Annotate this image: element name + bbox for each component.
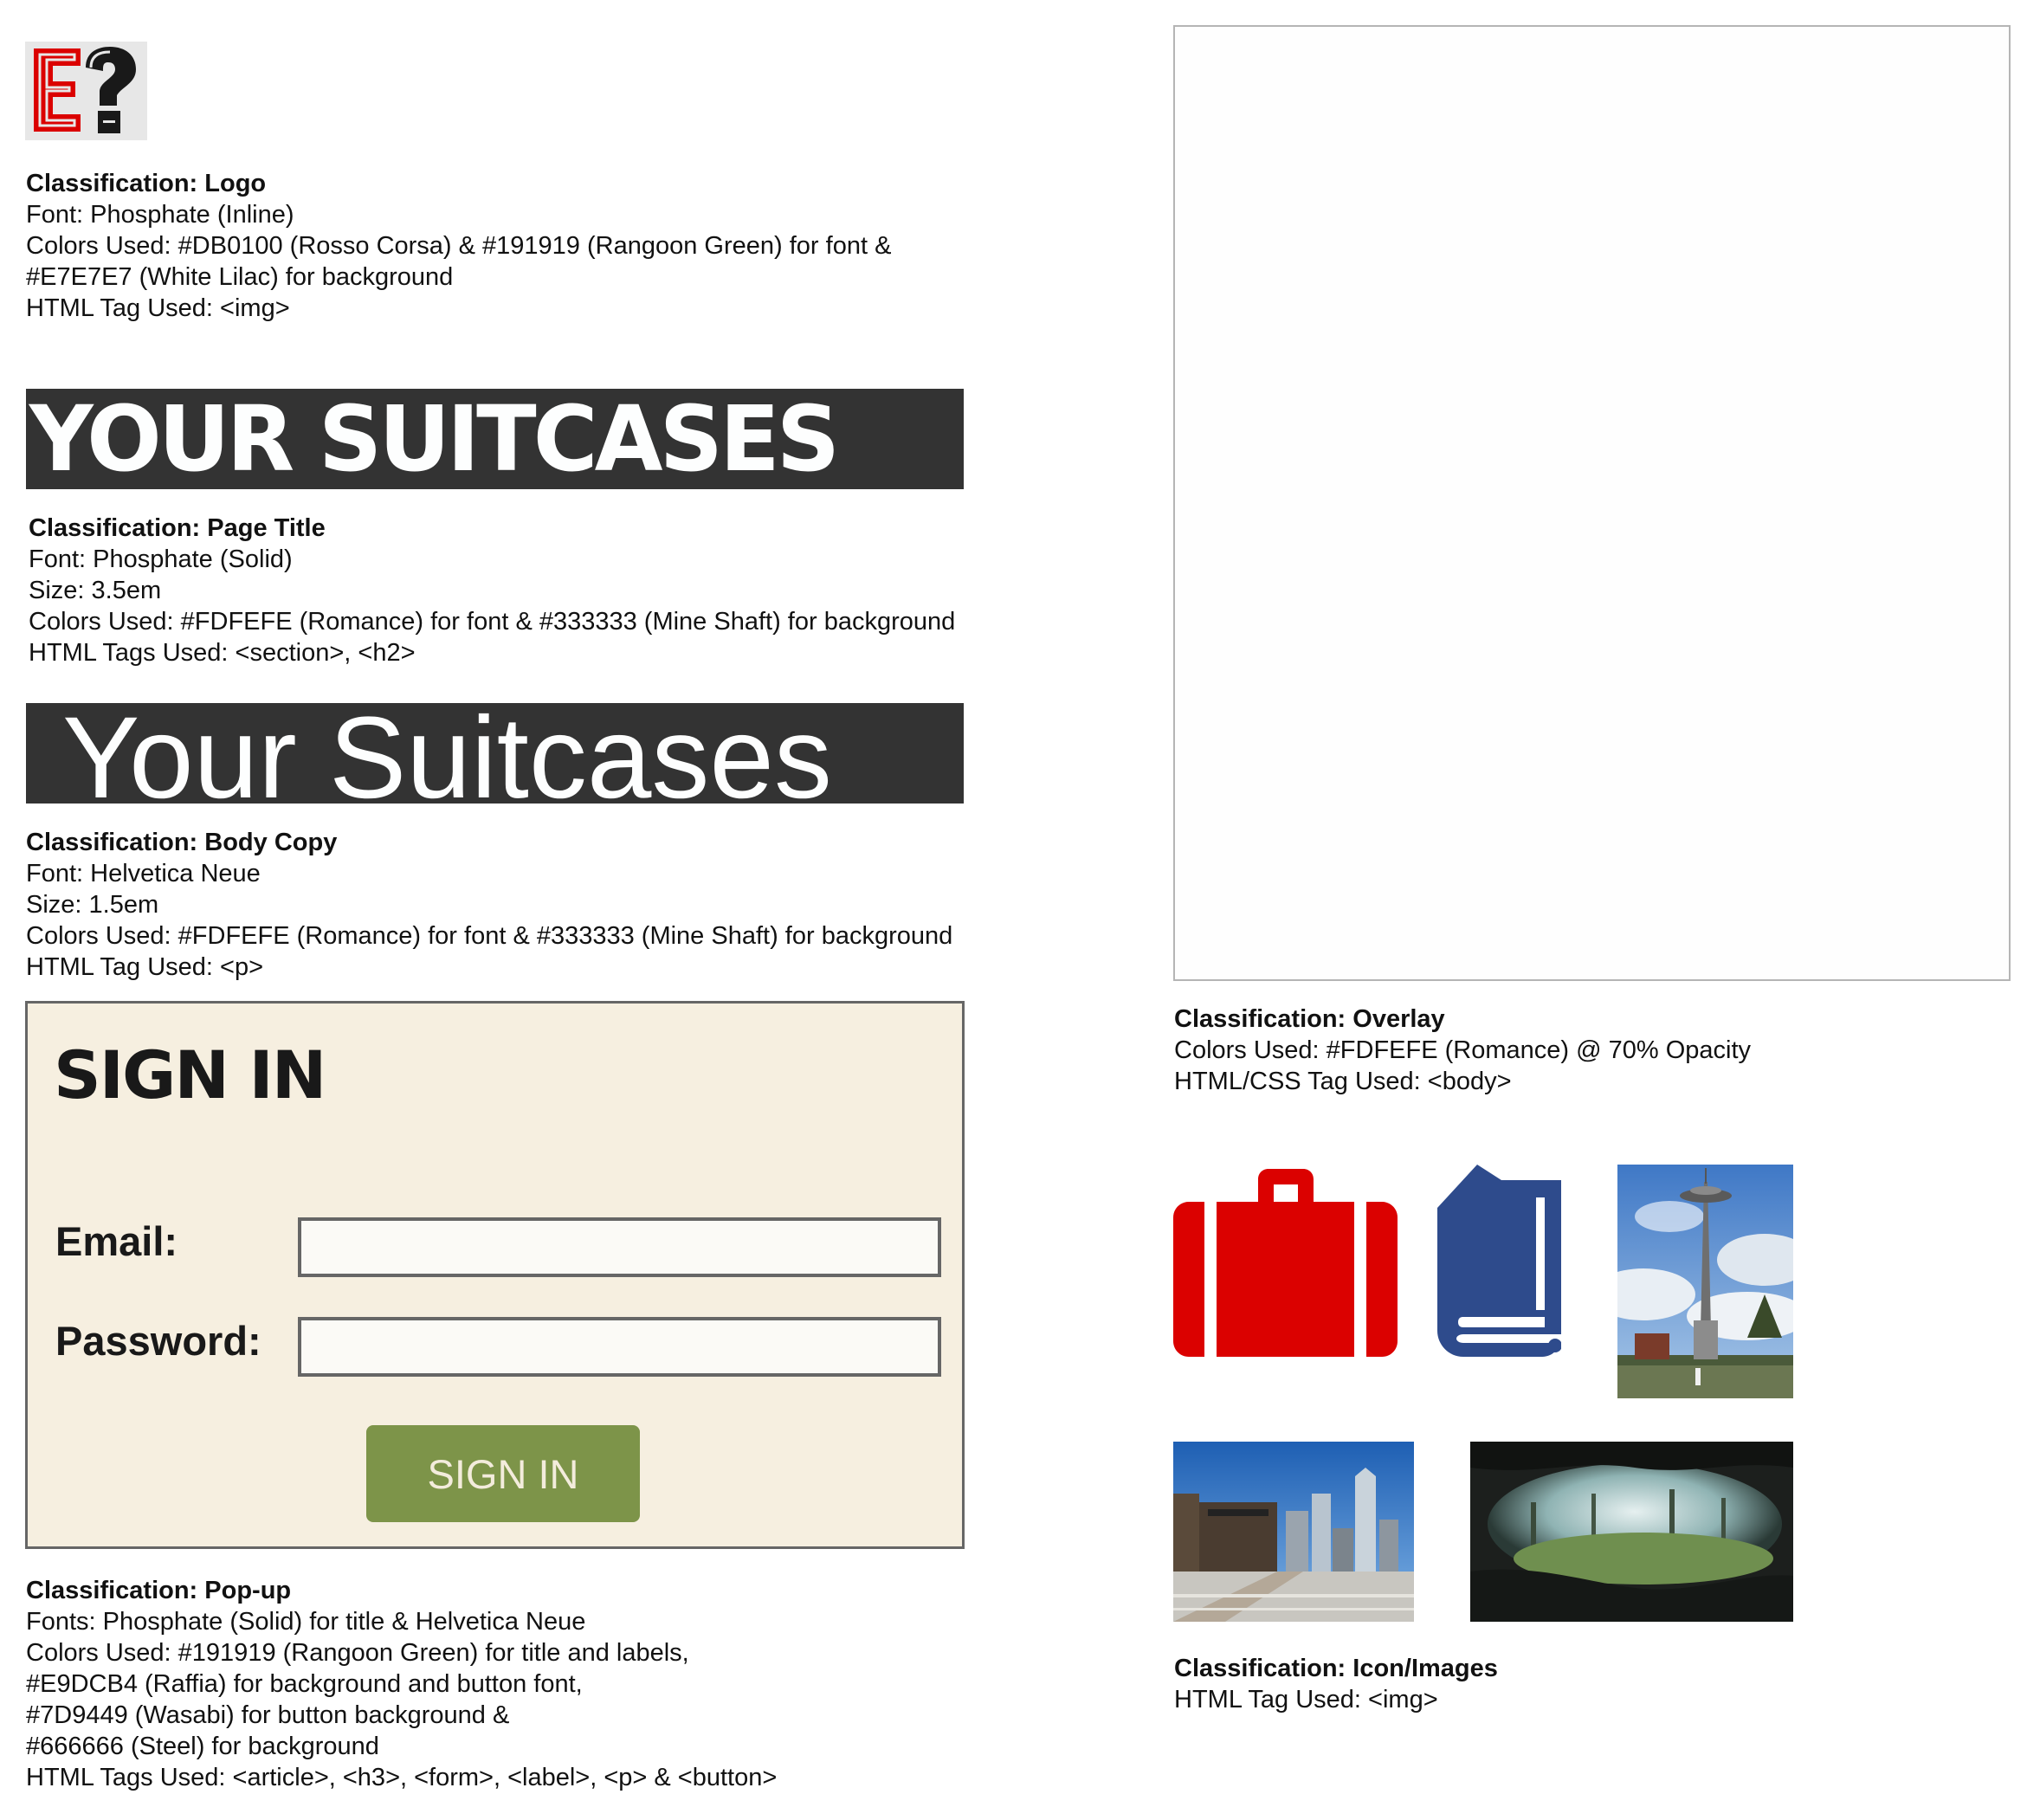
icon-images-tag-line: HTML Tag Used: <img> xyxy=(1174,1686,1438,1714)
page-title-size-line: Size: 3.5em xyxy=(29,577,162,604)
popup-description: Classification: Pop-up Fonts: Phosphate … xyxy=(26,1575,777,1793)
email-field[interactable] xyxy=(298,1217,941,1277)
page-title-font-line: Font: Phosphate (Solid) xyxy=(29,545,293,573)
city-skyline-photo xyxy=(1173,1442,1414,1622)
email-label: Email: xyxy=(55,1218,178,1264)
body-copy-colors-line: Colors Used: #FDFEFE (Romance) for font … xyxy=(26,922,953,950)
overlay-description: Classification: Overlay Colors Used: #FD… xyxy=(1174,1004,1751,1097)
overlay-colors-line: Colors Used: #FDFEFE (Romance) @ 70% Opa… xyxy=(1174,1036,1752,1064)
popup-colors-line-2: #E9DCB4 (Raffia) for background and butt… xyxy=(26,1670,583,1698)
popup-title: SIGN IN xyxy=(54,1036,326,1113)
popup-colors-line-3: #7D9449 (Wasabi) for button background & xyxy=(26,1701,510,1729)
page-title-description: Classification: Page Title Font: Phospha… xyxy=(29,513,955,668)
body-copy-sample: Your Suitcases xyxy=(26,703,964,804)
body-copy-sample-text: Your Suitcases xyxy=(62,703,832,804)
logo-description: Classification: Logo Font: Phosphate (In… xyxy=(26,168,891,324)
password-label: Password: xyxy=(55,1318,261,1364)
book-icon xyxy=(1437,1165,1562,1361)
logo-tag-line: HTML Tag Used: <img> xyxy=(26,294,290,322)
overlay-tag-line: HTML/CSS Tag Used: <body> xyxy=(1174,1068,1512,1095)
password-field[interactable] xyxy=(298,1317,941,1377)
popup-colors-line: Colors Used: #191919 (Rangoon Green) for… xyxy=(26,1639,689,1667)
sign-in-button[interactable]: SIGN IN xyxy=(366,1425,640,1522)
body-copy-size-line: Size: 1.5em xyxy=(26,891,159,919)
page-title-classification: Classification: Page Title xyxy=(29,514,326,542)
body-copy-classification: Classification: Body Copy xyxy=(26,829,338,856)
logo-font-line: Font: Phosphate (Inline) xyxy=(26,201,294,229)
icon-images-classification: Classification: Icon/Images xyxy=(1174,1655,1498,1682)
space-needle-photo xyxy=(1617,1165,1793,1398)
page-title-colors-line: Colors Used: #FDFEFE (Romance) for font … xyxy=(29,608,956,636)
popup-tag-line: HTML Tags Used: <article>, <h3>, <form>,… xyxy=(26,1764,778,1791)
icon-images-description: Classification: Icon/Images HTML Tag Use… xyxy=(1174,1653,1498,1715)
logo-colors-line-2: #E7E7E7 (White Lilac) for background xyxy=(26,263,454,291)
logo-classification: Classification: Logo xyxy=(26,170,267,197)
sign-in-popup: SIGN IN Email: Password: SIGN IN xyxy=(25,1001,965,1549)
popup-classification: Classification: Pop-up xyxy=(26,1577,292,1604)
body-copy-font-line: Font: Helvetica Neue xyxy=(26,860,261,887)
overlay-classification: Classification: Overlay xyxy=(1174,1005,1445,1033)
cave-photo xyxy=(1470,1442,1793,1622)
popup-fonts-line: Fonts: Phosphate (Solid) for title & Hel… xyxy=(26,1608,586,1636)
body-copy-tag-line: HTML Tag Used: <p> xyxy=(26,953,264,981)
logo-sample xyxy=(25,42,147,140)
overlay-sample xyxy=(1173,25,2011,981)
e-question-logo xyxy=(25,42,147,140)
page-title-sample: YOUR SUITCASES xyxy=(26,389,964,489)
page-title-tag-line: HTML Tags Used: <section>, <h2> xyxy=(29,639,416,667)
page-title-sample-text: YOUR SUITCASES xyxy=(29,389,840,489)
popup-colors-line-4: #666666 (Steel) for background xyxy=(26,1733,379,1760)
logo-colors-line: Colors Used: #DB0100 (Rosso Corsa) & #19… xyxy=(26,232,892,260)
suitcase-icon xyxy=(1173,1169,1398,1361)
body-copy-description: Classification: Body Copy Font: Helvetic… xyxy=(26,827,952,983)
